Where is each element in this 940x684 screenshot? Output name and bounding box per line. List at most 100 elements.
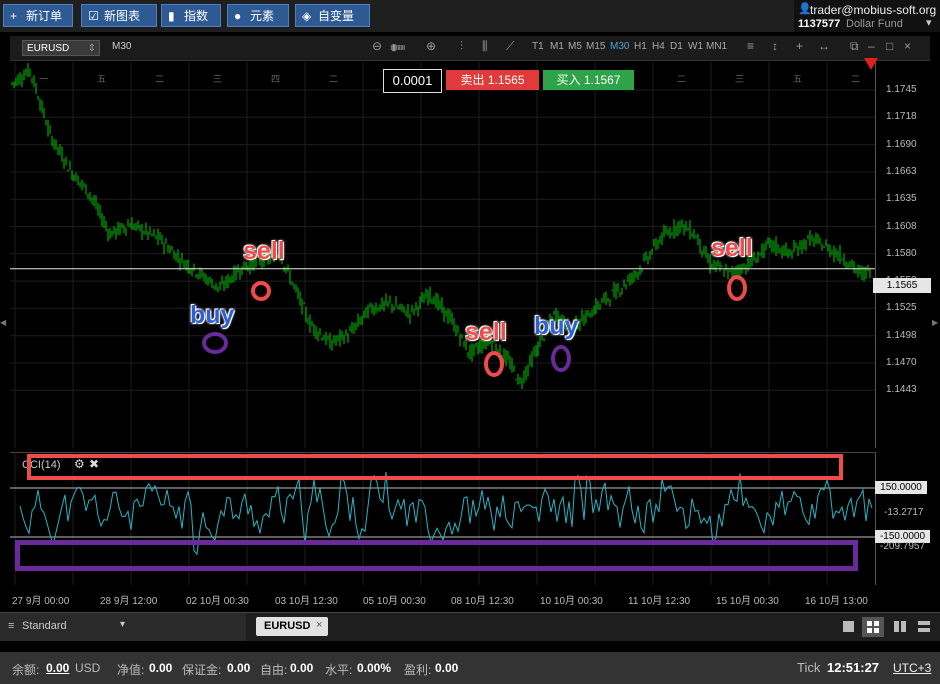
- zoom-out-icon[interactable]: ⊖: [372, 39, 382, 53]
- buy-label: 买入: [556, 73, 581, 87]
- time-tick-label: 02 10月 00:30: [186, 596, 249, 607]
- fit-width-icon[interactable]: ↔: [818, 39, 830, 53]
- candle-style-icon[interactable]: ⫼: [482, 39, 488, 54]
- bar-style-icon[interactable]: ⫶: [460, 39, 463, 54]
- day-marker: 二: [851, 75, 860, 85]
- account-panel[interactable]: 👤 trader@mobius-soft.org 1137577 Dollar …: [794, 0, 940, 32]
- zoom-slider[interactable]: ı▮ıııııı: [390, 42, 406, 53]
- status-bar: 余额: 0.00 USD 净值: 0.00 保证金: 0.00 自由: 0.00…: [0, 652, 940, 684]
- new-chart-label: 新图表: [104, 9, 141, 23]
- shapes-icon: ●: [234, 9, 242, 23]
- sell-ring: [484, 351, 504, 377]
- new-order-label: 新订单: [26, 9, 63, 23]
- account-number: 1137577: [798, 18, 841, 30]
- timeframe-m30[interactable]: M30: [610, 41, 629, 52]
- timezone-selector[interactable]: UTC+3: [893, 661, 931, 675]
- chart-tabs-bar: ≡ Standard ▾ EURUSD ×: [0, 612, 940, 641]
- sell-button[interactable]: 卖出 1.1565: [446, 70, 539, 90]
- sell-annotation: sell: [465, 318, 507, 346]
- menu-icon: ≡: [8, 620, 15, 632]
- price-tick-label: 1.1525: [886, 302, 917, 314]
- custom-vars-button[interactable]: ◈ 自变量: [295, 4, 370, 27]
- layout-rows-icon[interactable]: [918, 621, 930, 632]
- timeframe-t1[interactable]: T1: [532, 41, 544, 52]
- day-marker: 三: [735, 75, 744, 85]
- overbought-highlight-box: [27, 454, 843, 480]
- buy-ring: [202, 332, 228, 354]
- timeframe-m1[interactable]: M1: [550, 41, 564, 52]
- tab-eurusd[interactable]: EURUSD ×: [256, 617, 328, 636]
- sell-ring: [727, 275, 747, 301]
- server-time: 12:51:27: [827, 660, 880, 675]
- new-order-button[interactable]: + 新订单: [3, 4, 73, 27]
- crosshair-icon[interactable]: +: [796, 39, 803, 53]
- close-tab-icon[interactable]: ×: [316, 619, 322, 631]
- buy-ring: [551, 345, 571, 372]
- timeframe-h4[interactable]: H4: [652, 41, 665, 52]
- account-fund: Dollar Fund: [846, 18, 903, 30]
- right-collapse-icon[interactable]: ▶: [932, 318, 938, 327]
- time-tick-label: 10 10月 00:30: [540, 596, 603, 607]
- margin-level-value: 0.00%: [357, 661, 392, 675]
- zoom-vertical-icon[interactable]: ↕: [772, 39, 778, 53]
- price-tick-label: 1.1635: [886, 193, 917, 205]
- indicator-menu-icon[interactable]: ≡: [747, 39, 754, 53]
- price-tick-label: 1.1470: [886, 357, 917, 368]
- timeframe-d1[interactable]: D1: [670, 41, 683, 52]
- left-collapse-icon[interactable]: ◀: [0, 318, 6, 327]
- timeframe-m5[interactable]: M5: [568, 41, 582, 52]
- buy-price: 1.1567: [583, 73, 621, 87]
- lot-size-input[interactable]: 0.0001: [383, 69, 442, 93]
- symbol-selector[interactable]: EURUSD ⇕: [22, 40, 100, 56]
- time-tick-label: 28 9月 12:00: [100, 596, 158, 607]
- timeframe-mn1[interactable]: MN1: [706, 41, 727, 52]
- line-style-icon[interactable]: ⟋: [506, 39, 514, 54]
- plus-icon: +: [10, 9, 18, 23]
- minimize-icon[interactable]: –: [868, 39, 875, 53]
- elements-button[interactable]: ● 元素: [227, 4, 289, 27]
- oversold-highlight-box: [15, 540, 858, 571]
- zoom-in-icon[interactable]: ⊕: [426, 39, 436, 53]
- close-chart-icon[interactable]: ×: [904, 39, 911, 53]
- price-tick-label: 1.1718: [886, 111, 917, 123]
- balance-value[interactable]: 0.00: [46, 661, 69, 675]
- scroll-marker-icon[interactable]: [864, 58, 878, 70]
- cci-min-value: -209.7957: [880, 541, 926, 552]
- maximize-icon[interactable]: □: [886, 39, 893, 53]
- profile-selector[interactable]: ≡ Standard ▾: [0, 613, 246, 641]
- timeframe-h1[interactable]: H1: [634, 41, 647, 52]
- tab-label: EURUSD: [264, 620, 311, 632]
- sell-price: 1.1565: [487, 73, 525, 87]
- caret-down-icon[interactable]: ▾: [926, 16, 932, 29]
- price-tick-label: 1.1443: [886, 384, 917, 396]
- custom-vars-label: 自变量: [318, 9, 355, 23]
- tick-label: Tick: [797, 660, 821, 675]
- layout-single-icon[interactable]: [843, 621, 854, 632]
- new-chart-button[interactable]: ☑ 新图表: [81, 4, 157, 27]
- margin-label: 保证金:: [182, 663, 222, 677]
- time-tick-label: 16 10月 13:00: [805, 596, 868, 607]
- symbol-label: EURUSD: [27, 43, 70, 54]
- equity-label: 净值:: [117, 663, 145, 677]
- timeframe-m15[interactable]: M15: [586, 41, 605, 52]
- day-marker: 四: [271, 75, 280, 85]
- sell-annotation: sell: [243, 237, 285, 265]
- time-tick-label: 05 10月 00:30: [363, 596, 426, 607]
- day-marker: 二: [155, 75, 164, 85]
- indicators-button[interactable]: ▮ 指数: [161, 4, 221, 27]
- price-tick-label: 1.1663: [886, 165, 917, 177]
- cci-upper-level: 150.0000: [875, 481, 927, 494]
- layout-columns-icon[interactable]: [894, 621, 906, 632]
- price-tick-label: 1.1498: [886, 329, 917, 341]
- account-email: trader@mobius-soft.org: [810, 3, 937, 17]
- detach-icon[interactable]: ⧉: [850, 39, 859, 54]
- time-tick-label: 03 10月 12:30: [275, 596, 338, 607]
- buy-annotation: buy: [534, 312, 579, 340]
- profit-label: 盈利:: [404, 663, 432, 677]
- price-tick-label: 1.1745: [886, 84, 917, 95]
- layout-grid-icon[interactable]: [862, 617, 884, 637]
- profit-value: 0.00: [435, 661, 459, 675]
- timeframe-w1[interactable]: W1: [688, 41, 703, 52]
- current-timeframe: M30: [112, 41, 132, 52]
- buy-button[interactable]: 买入 1.1567: [543, 70, 634, 90]
